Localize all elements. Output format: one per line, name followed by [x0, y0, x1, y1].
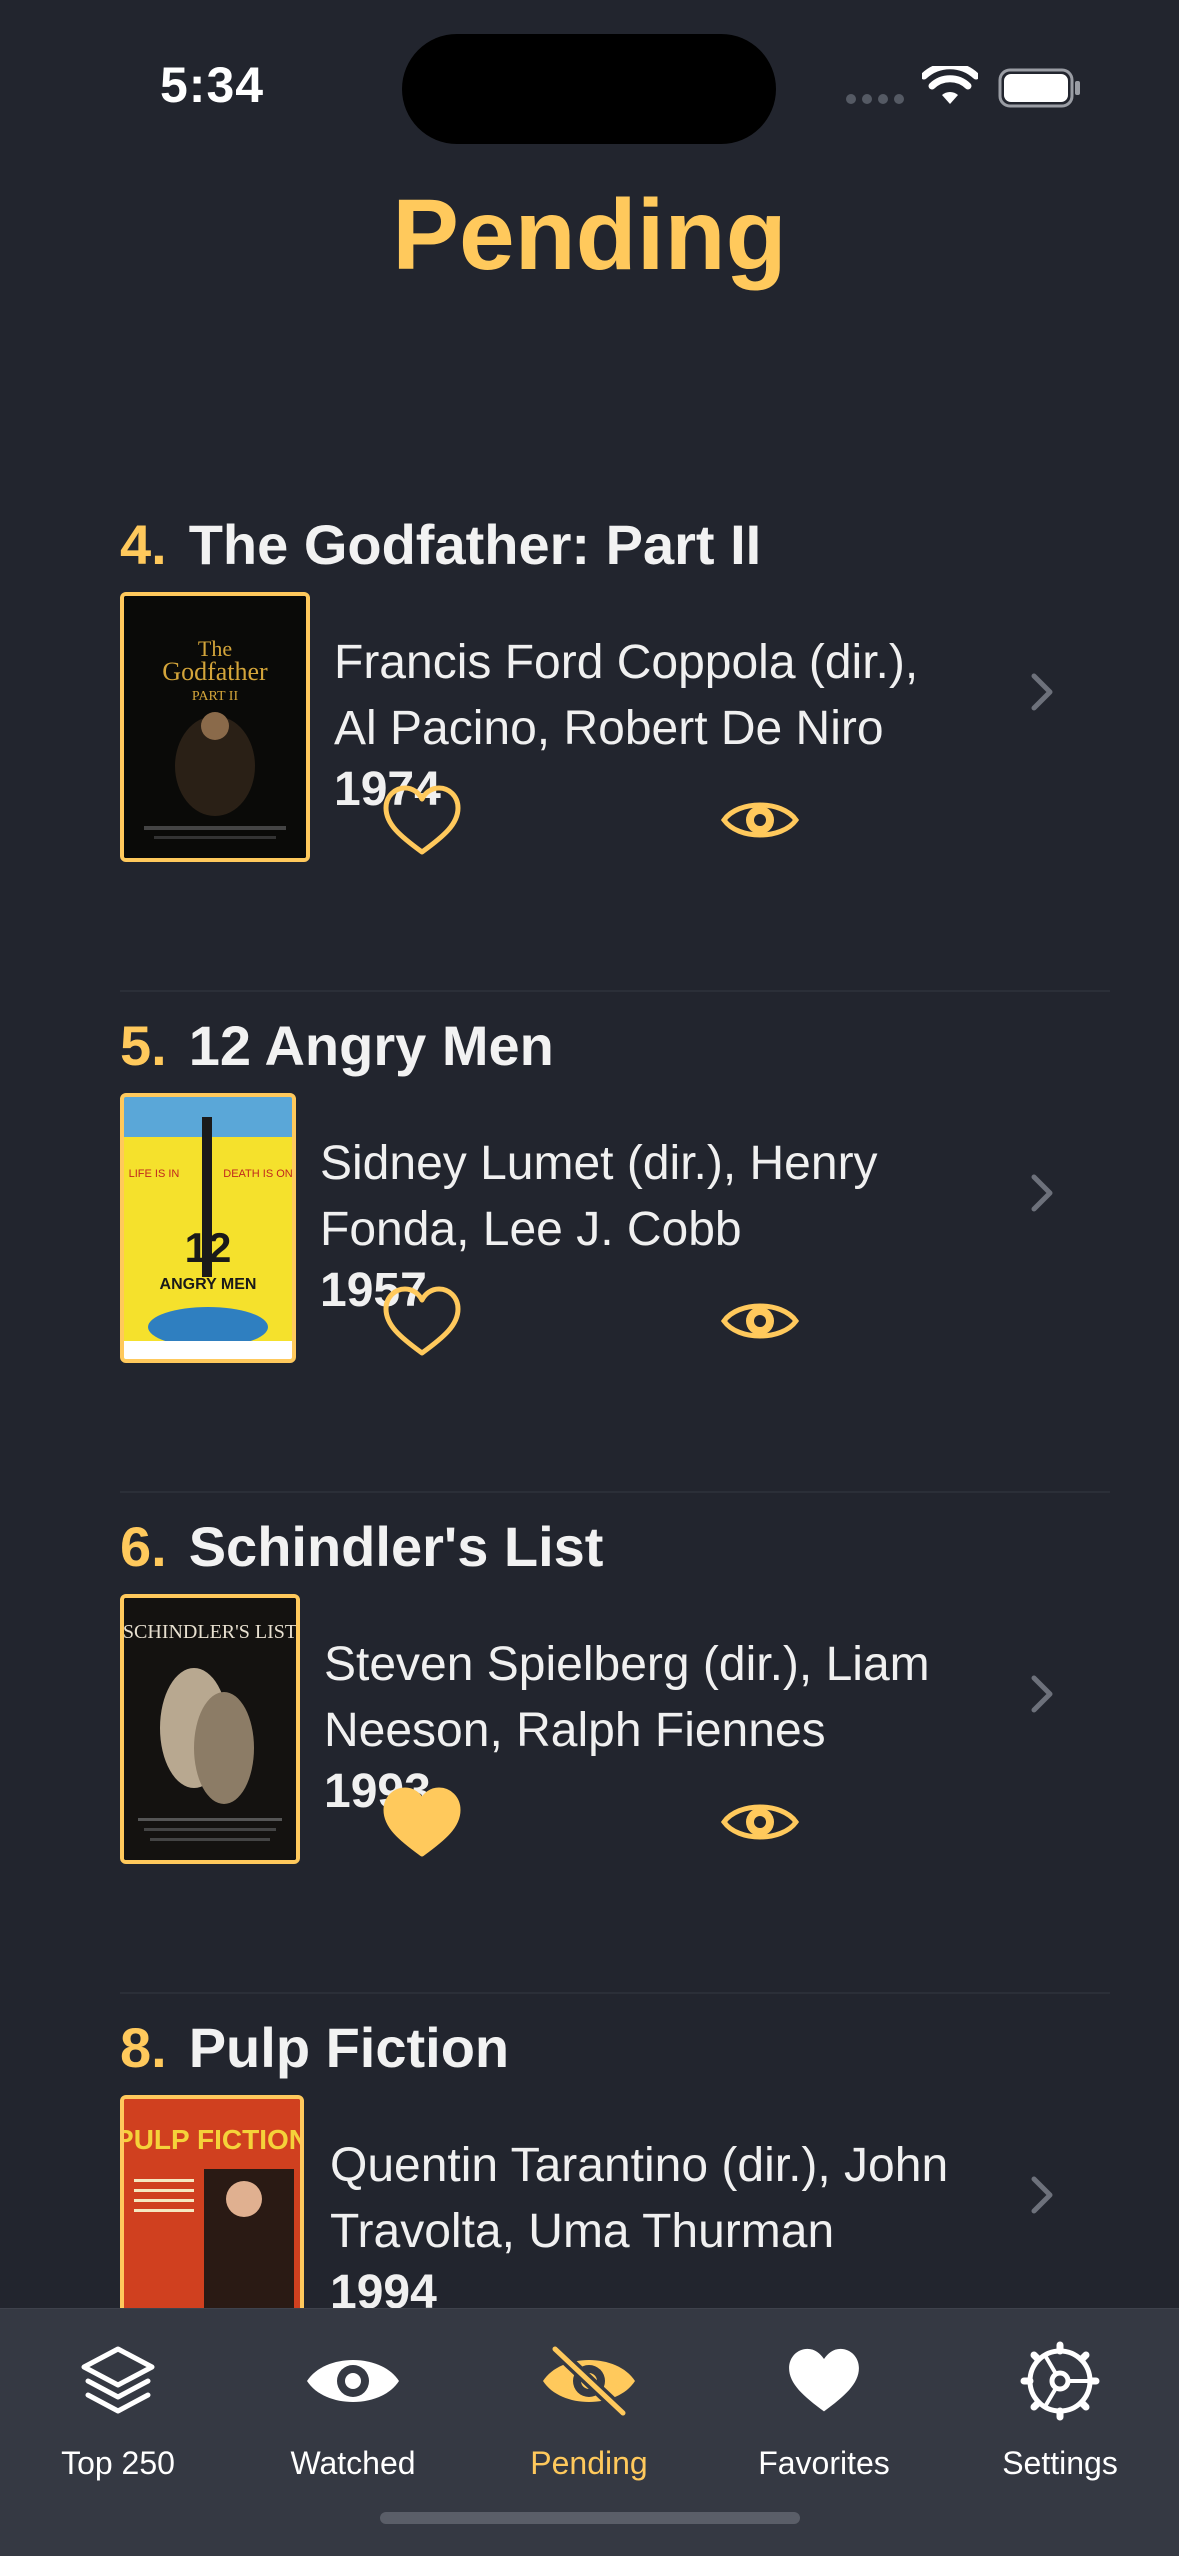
movie-title-text: The Godfather: Part II	[188, 513, 762, 576]
eye-icon[interactable]	[720, 1295, 800, 1347]
chevron-right-icon[interactable]	[1030, 672, 1054, 712]
eye-icon[interactable]	[720, 1796, 800, 1848]
movie-credits-line: Neeson, Ralph Fiennes	[324, 1704, 826, 1757]
tab-pending[interactable]: Pending	[471, 2331, 707, 2482]
movie-credits-line: Francis Ford Coppola (dir.),	[334, 636, 919, 689]
movie-rank: 6.	[120, 1515, 167, 1578]
status-time: 5:34	[160, 57, 265, 113]
heart-outline-icon[interactable]	[382, 1285, 462, 1359]
home-indicator	[380, 2512, 800, 2524]
movie-rank: 4.	[120, 513, 167, 576]
movie-credits-line: Al Pacino, Robert De Niro	[334, 702, 884, 755]
tab-settings[interactable]: Settings	[942, 2331, 1178, 2482]
tab-top-250[interactable]: Top 250	[0, 2331, 236, 2482]
eye-slash-icon	[543, 2345, 635, 2417]
eye-icon	[307, 2360, 399, 2402]
movie-credits-line: Quentin Tarantino (dir.), John	[330, 2139, 949, 2192]
chevron-right-icon[interactable]	[1030, 1674, 1054, 1714]
tab-label: Watched	[290, 2445, 416, 2481]
tab-favorites[interactable]: Favorites	[706, 2331, 942, 2482]
movie-title: 6. Schindler's List	[120, 1514, 603, 1579]
heart-outline-icon[interactable]	[382, 784, 462, 858]
poster-title-line: PART II	[192, 689, 239, 704]
movie-rank: 8.	[120, 2016, 167, 2079]
heart-icon	[789, 2348, 859, 2412]
page-title: Pending	[392, 179, 787, 291]
gear-icon	[1020, 2341, 1100, 2421]
movie-poster: LIFE IS IN DEATH IS ON 12 ANGRY MEN	[120, 1093, 296, 1363]
poster-title-line: Godfather	[162, 657, 268, 686]
movie-poster: SCHINDLER'S LIST	[120, 1594, 300, 1864]
movie-title-text: 12 Angry Men	[188, 1014, 554, 1077]
tab-label: Settings	[1002, 2445, 1118, 2481]
tab-label: Pending	[530, 2445, 648, 2481]
poster-text: PULP FICTION	[124, 2124, 300, 2155]
heart-filled-icon[interactable]	[382, 1786, 462, 1860]
list-item[interactable]: 4. The Godfather: Part II The Godfather P…	[120, 512, 1110, 1002]
movie-poster: The Godfather PART II	[120, 592, 310, 862]
movie-title-text: Pulp Fiction	[188, 2016, 510, 2079]
movie-title: 5. 12 Angry Men	[120, 1013, 554, 1078]
stack-icon	[81, 2346, 155, 2414]
status-bar: 5:34	[0, 0, 1179, 160]
chevron-right-icon[interactable]	[1030, 2175, 1054, 2215]
divider	[120, 1491, 1110, 1493]
divider	[120, 1992, 1110, 1994]
poster-text: SCHINDLER'S LIST	[124, 1621, 296, 1643]
movie-credits-line: Fonda, Lee J. Cobb	[320, 1203, 742, 1256]
movie-rank: 5.	[120, 1014, 167, 1077]
poster-text: LIFE IS IN	[129, 1168, 180, 1180]
tab-label: Favorites	[758, 2445, 890, 2481]
tab-watched[interactable]: Watched	[235, 2331, 471, 2482]
movie-title: 4. The Godfather: Part II	[120, 512, 761, 577]
movie-credits-line: Sidney Lumet (dir.), Henry	[320, 1137, 878, 1190]
chevron-right-icon[interactable]	[1030, 1173, 1054, 1213]
eye-icon[interactable]	[720, 794, 800, 846]
divider	[120, 990, 1110, 992]
movie-credits-line: Travolta, Uma Thurman	[330, 2205, 835, 2258]
movie-title: 8. Pulp Fiction	[120, 2015, 509, 2080]
battery-icon	[998, 68, 1080, 108]
tab-label: Top 250	[61, 2445, 175, 2481]
list-item[interactable]: 5. 12 Angry Men LIFE IS IN DEATH IS ON 12…	[120, 1013, 1110, 1503]
movie-credits-line: Steven Spielberg (dir.), Liam	[324, 1638, 930, 1691]
poster-text: 12	[185, 1224, 232, 1271]
list-item[interactable]: 6. Schindler's List SCHINDLER'S LIST Stev…	[120, 1514, 1110, 2004]
poster-text: DEATH IS ON	[223, 1168, 292, 1180]
wifi-icon	[922, 66, 978, 104]
movie-title-text: Schindler's List	[188, 1515, 604, 1578]
poster-text: ANGRY MEN	[160, 1276, 257, 1293]
dynamic-island	[402, 34, 776, 144]
movie-info: Quentin Tarantino (dir.), John Travolta,…	[330, 2133, 948, 2321]
cellular-signal-icon	[846, 94, 904, 104]
